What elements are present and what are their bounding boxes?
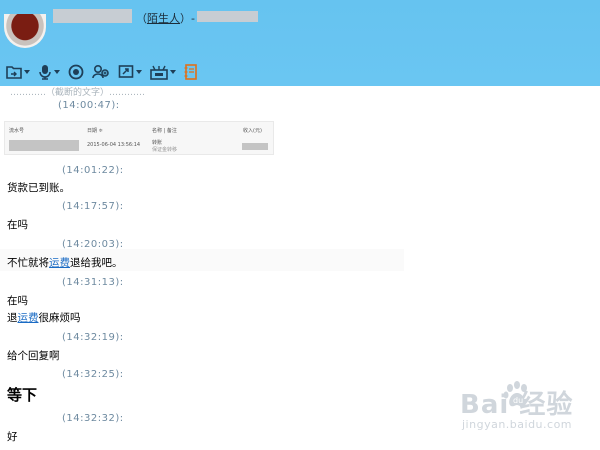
remote-assist-icon [150, 65, 168, 80]
notebook-button[interactable] [184, 64, 198, 80]
shipping-fee-link[interactable]: 运费 [18, 312, 39, 324]
message-timestamp: (14:00:47): [58, 100, 120, 111]
microphone-icon [39, 65, 51, 80]
card-col-date: 日期 ≑ [87, 128, 103, 134]
contact-title: （陌生人）- [136, 10, 195, 26]
message-header: (14:00:47): [58, 98, 600, 111]
card-date: 2015-06-04 13:56:14 [87, 142, 141, 148]
message-text: 货款已到账。 [7, 182, 70, 194]
card-name: 转账 [152, 140, 163, 146]
file-transfer-button[interactable] [6, 65, 30, 79]
chevron-down-icon [54, 70, 60, 74]
chat-window-header: （陌生人）- [0, 0, 600, 86]
message-text: 好 [7, 431, 18, 443]
message-timestamp: (14:32:19): [62, 332, 124, 343]
screen-share-button[interactable] [118, 64, 142, 80]
truncated-line: …………（截断的文字）………… [10, 85, 600, 98]
voice-call-button[interactable] [38, 64, 60, 80]
card-col-income: 收入(元) [243, 128, 262, 134]
message-header: (14:01:22): [62, 163, 600, 176]
card-income-redacted [242, 143, 268, 150]
message-body: 在吗 [7, 293, 600, 308]
contact-name-redacted [53, 9, 132, 23]
message-text-part: 退 [7, 312, 18, 324]
stranger-link[interactable]: 陌生人 [147, 12, 180, 25]
title-paren-close: ）- [180, 12, 195, 25]
message-header: (14:32:19): [62, 330, 600, 343]
camera-icon [68, 64, 84, 80]
message-timestamp: (14:01:22): [62, 165, 124, 176]
message-text: 在吗 [7, 219, 28, 231]
svg-text:du: du [513, 396, 523, 405]
contacts-icon [92, 64, 109, 79]
message-body: 不忙就将运费退给我吧。 [7, 255, 600, 270]
message-timestamp: (14:17:57): [62, 201, 124, 212]
card-serial-redacted [9, 140, 79, 151]
watermark-url: jingyan.baidu.com [462, 418, 573, 431]
message-header: (14:31:13): [62, 275, 600, 288]
chevron-down-icon [170, 70, 176, 74]
notebook-icon [184, 64, 197, 80]
message-timestamp: (14:32:32): [62, 413, 124, 424]
chevron-down-icon [136, 70, 142, 74]
message-body: 在吗 [7, 217, 600, 232]
shipping-fee-link[interactable]: 运费 [49, 257, 70, 269]
message-text-part: 不忙就将 [7, 257, 49, 269]
baidu-jingyan-watermark: Bai 经验 du jingyan.baidu.com [454, 380, 594, 440]
message-body: 退运费很麻烦吗 [7, 310, 600, 325]
card-col-serial: 流水号 [9, 128, 25, 134]
remote-assist-button[interactable] [150, 64, 176, 80]
message-text: 等下 [7, 386, 38, 404]
chat-toolbar [6, 62, 206, 82]
message-header: (14:17:57): [62, 199, 600, 212]
group-chat-button[interactable] [92, 64, 110, 80]
message-body: 货款已到账。 [7, 180, 600, 195]
message-header: (14:32:25): [62, 367, 600, 380]
card-note: 保证金转移 [152, 147, 178, 153]
message-body: 给个回复啊 [7, 348, 600, 363]
message-timestamp: (14:32:25): [62, 369, 124, 380]
message-text: 给个回复啊 [7, 350, 60, 362]
screen-share-icon [118, 65, 134, 78]
message-text: 不忙就将运费退给我吧。 [7, 257, 123, 269]
contact-avatar[interactable] [4, 14, 46, 48]
card-col-name: 名称 | 备注 [152, 128, 177, 134]
chevron-down-icon [24, 70, 30, 74]
message-text: 在吗 [7, 295, 28, 307]
message-text-part: 很麻烦吗 [38, 312, 81, 324]
title-paren-open: （ [136, 12, 147, 25]
contact-signature-redacted [197, 11, 258, 22]
message-text: 退运费很麻烦吗 [7, 312, 81, 324]
video-call-button[interactable] [68, 64, 84, 80]
transaction-card[interactable]: 流水号 日期 ≑ 名称 | 备注 收入(元) 2015-06-04 13:56:… [4, 121, 274, 155]
message-text-part: 退给我吧。 [70, 257, 123, 269]
truncated-text: …………（截断的文字）………… [10, 88, 146, 98]
paw-icon: du [503, 381, 527, 407]
message-timestamp: (14:31:13): [62, 277, 124, 288]
folder-share-icon [6, 66, 22, 79]
